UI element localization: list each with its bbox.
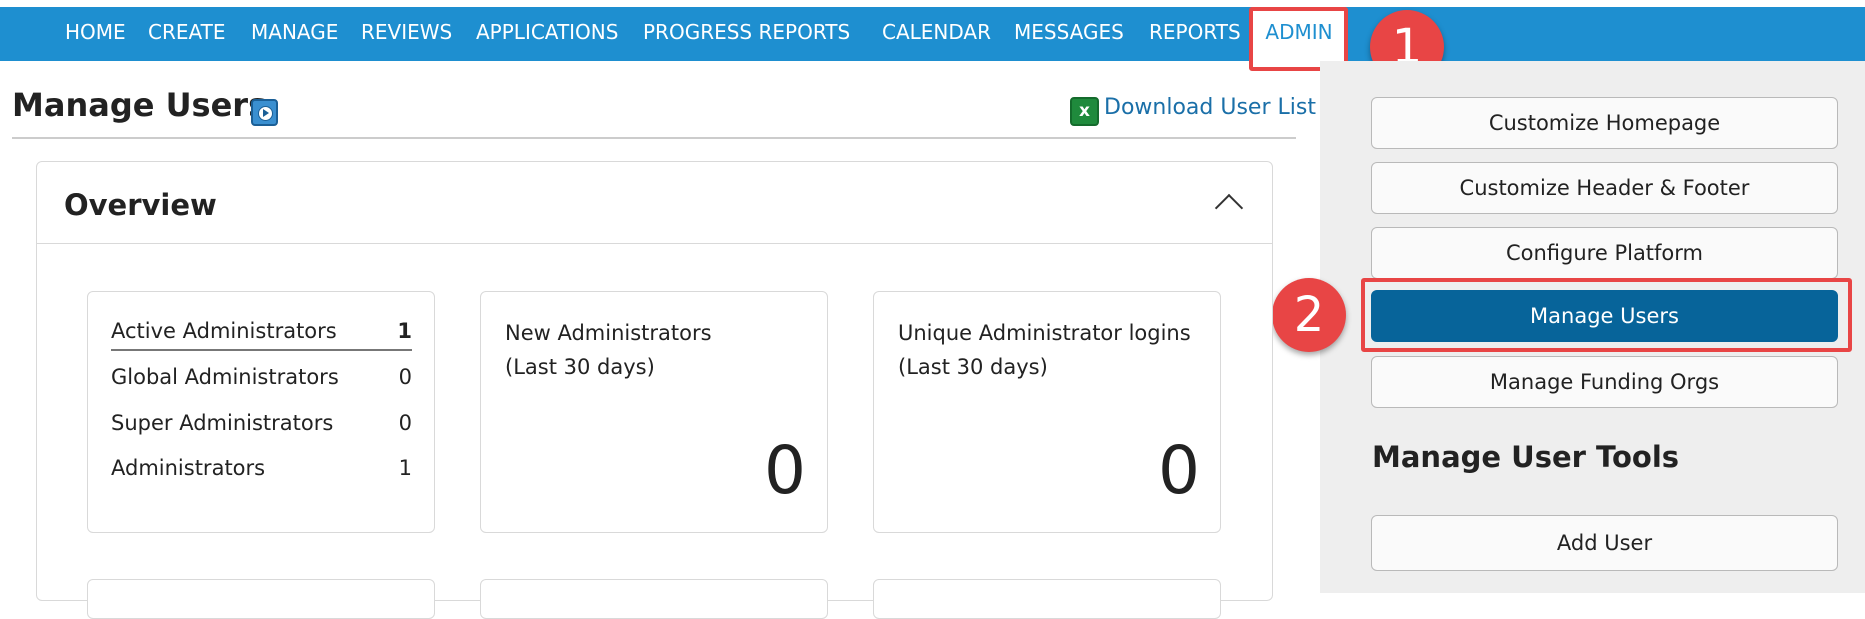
customize-header-footer-button[interactable]: Customize Header & Footer <box>1371 162 1838 214</box>
nav-reviews[interactable]: REVIEWS <box>361 7 452 61</box>
global-admins-label: Global Administrators <box>111 365 339 389</box>
new-admins-label-line1: New Administrators <box>505 321 712 345</box>
new-admins-value: 0 <box>764 432 806 509</box>
unique-logins-label-line2: (Last 30 days) <box>898 355 1048 379</box>
manage-user-tools-heading: Manage User Tools <box>1372 440 1680 474</box>
administrators-value: 1 <box>398 456 412 480</box>
callout-step-2: 2 <box>1272 278 1346 352</box>
download-user-list-link[interactable]: Download User List <box>1104 95 1316 120</box>
administrators-label: Administrators <box>111 456 266 480</box>
nav-reports[interactable]: REPORTS <box>1149 7 1241 61</box>
active-admins-value: 1 <box>397 319 412 343</box>
nav-home[interactable]: HOME <box>65 7 126 61</box>
top-nav-bar: HOME CREATE MANAGE REVIEWS APPLICATIONS … <box>0 7 1865 71</box>
overview-title: Overview <box>64 188 217 222</box>
nav-create[interactable]: CREATE <box>148 7 225 61</box>
nav-calendar[interactable]: CALENDAR <box>882 7 991 61</box>
overview-card-row2 <box>480 579 828 619</box>
nav-manage[interactable]: MANAGE <box>251 7 338 61</box>
super-admins-label: Super Administrators <box>111 411 334 435</box>
page-title: Manage Users <box>12 86 268 124</box>
unique-logins-value: 0 <box>1158 432 1200 509</box>
overview-card-row2 <box>873 579 1221 619</box>
overview-card-row2 <box>87 579 435 619</box>
row-divider <box>111 349 412 351</box>
unique-logins-label: Unique Administrator logins (Last 30 day… <box>898 316 1191 384</box>
unique-logins-label-line1: Unique Administrator logins <box>898 321 1191 345</box>
overview-panel-header[interactable] <box>36 161 1273 244</box>
title-divider <box>12 137 1296 139</box>
new-admins-label-line2: (Last 30 days) <box>505 355 655 379</box>
super-admins-value: 0 <box>398 411 412 435</box>
nav-progress-reports[interactable]: PROGRESS REPORTS <box>643 7 850 61</box>
new-admins-label: New Administrators (Last 30 days) <box>505 316 712 384</box>
nav-messages[interactable]: MESSAGES <box>1014 7 1124 61</box>
nav-applications[interactable]: APPLICATIONS <box>476 7 618 61</box>
excel-icon[interactable]: x <box>1070 97 1099 126</box>
manage-users-highlight-box <box>1361 278 1852 352</box>
configure-platform-button[interactable]: Configure Platform <box>1371 227 1838 279</box>
global-admins-value: 0 <box>398 365 412 389</box>
video-tutorial-icon[interactable] <box>251 99 278 126</box>
active-admins-label: Active Administrators <box>111 319 337 343</box>
manage-funding-orgs-button[interactable]: Manage Funding Orgs <box>1371 356 1838 408</box>
customize-homepage-button[interactable]: Customize Homepage <box>1371 97 1838 149</box>
add-user-button[interactable]: Add User <box>1371 515 1838 571</box>
